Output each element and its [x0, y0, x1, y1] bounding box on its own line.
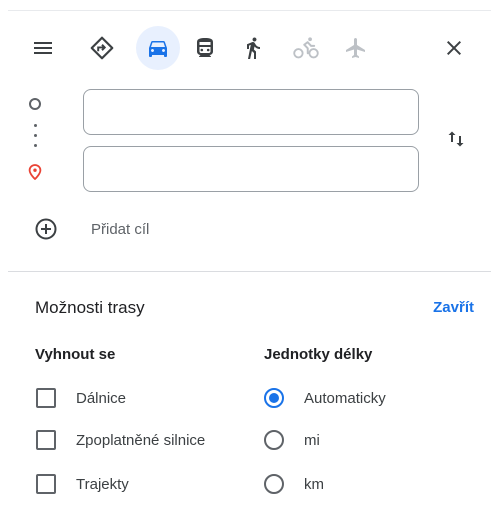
units-miles-radio[interactable]: [264, 430, 284, 450]
transit-icon: [197, 38, 213, 57]
units-km-radio[interactable]: [264, 474, 284, 494]
directions-icon: [90, 36, 114, 60]
close-icon: [447, 41, 461, 55]
units-auto-option[interactable]: Automaticky: [264, 384, 386, 412]
close-directions-button[interactable]: [432, 26, 476, 70]
mode-driving-button[interactable]: [136, 26, 180, 70]
mode-walking-button[interactable]: [231, 26, 275, 70]
units-km-option[interactable]: km: [264, 470, 324, 498]
origin-input[interactable]: [83, 89, 419, 135]
section-divider: [8, 271, 491, 272]
destination-input[interactable]: [83, 146, 419, 192]
avoid-heading: Vyhnout se: [35, 346, 116, 363]
route-dot: [34, 144, 37, 147]
avoid-highways-option[interactable]: Dálnice: [36, 384, 126, 412]
route-options-title: Možnosti trasy: [35, 298, 145, 317]
avoid-ferries-checkbox[interactable]: [36, 474, 56, 494]
avoid-option-label: Zpoplatněné silnice: [76, 431, 206, 449]
units-heading: Jednotky délky: [264, 346, 373, 363]
close-options-button[interactable]: Zavřít: [433, 299, 474, 316]
swap-route-button[interactable]: [440, 123, 472, 155]
units-option-label: Automaticky: [304, 389, 386, 407]
bicycle-icon: [293, 37, 319, 59]
walk-icon: [247, 37, 260, 59]
units-option-label: km: [304, 475, 324, 493]
mode-transit-button[interactable]: [183, 26, 227, 70]
mode-cycling-button[interactable]: [284, 26, 328, 70]
avoid-option-label: Dálnice: [76, 389, 127, 407]
swap-icon: [448, 131, 464, 147]
units-option-label: mi: [304, 431, 320, 449]
add-destination-label: Přidat cíl: [91, 220, 150, 238]
avoid-tolls-checkbox[interactable]: [36, 430, 56, 450]
avoid-highways-checkbox[interactable]: [36, 388, 56, 408]
mode-best-button[interactable]: [80, 26, 124, 70]
flight-icon: [346, 38, 365, 58]
mode-flight-button[interactable]: [334, 26, 378, 70]
route-dot: [34, 124, 37, 127]
route-dot: [34, 134, 37, 137]
menu-button[interactable]: [21, 26, 65, 70]
avoid-option-label: Trajekty: [76, 475, 129, 493]
destination-pin-icon: [28, 164, 42, 185]
avoid-ferries-option[interactable]: Trajekty: [36, 470, 129, 498]
origin-marker-icon: [29, 98, 41, 110]
top-border: [8, 10, 491, 11]
avoid-tolls-option[interactable]: Zpoplatněné silnice: [36, 426, 205, 454]
travel-mode-bar: [0, 26, 491, 72]
units-auto-radio[interactable]: [264, 388, 284, 408]
car-icon: [149, 41, 167, 57]
add-circle-icon: [35, 218, 57, 240]
units-miles-option[interactable]: mi: [264, 426, 320, 454]
add-destination-button[interactable]: Přidat cíl: [34, 212, 149, 246]
menu-icon: [34, 42, 52, 54]
